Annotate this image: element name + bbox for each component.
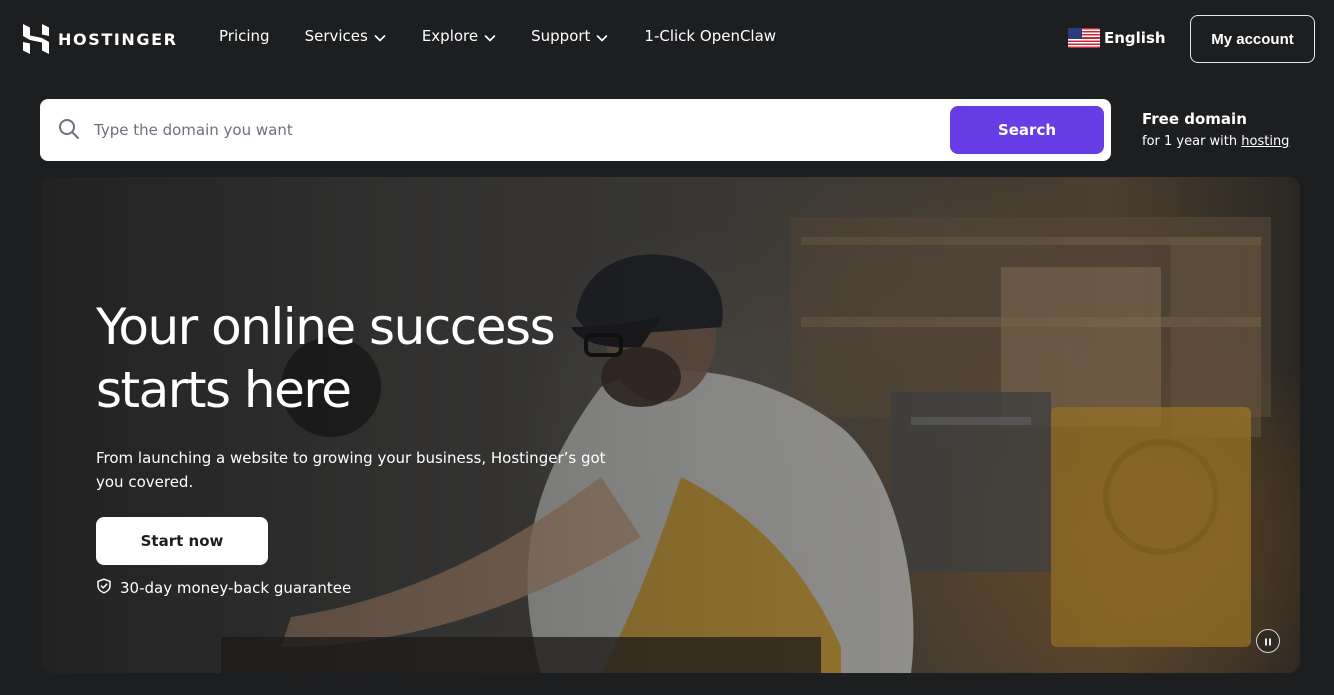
page: HOSTINGER Pricing Services Explore Suppo…: [0, 0, 1334, 695]
top-header: HOSTINGER Pricing Services Explore Suppo…: [0, 0, 1334, 78]
nav-item-label: Support: [531, 27, 591, 45]
promo-subtitle-text: for 1 year with: [1142, 134, 1242, 149]
nav-item-services[interactable]: Services: [305, 27, 386, 45]
hero-title: Your online success starts here: [96, 296, 656, 422]
nav-item-support[interactable]: Support: [531, 27, 608, 45]
main-nav: Pricing Services Explore Support 1-Click…: [219, 27, 776, 45]
us-flag-icon: [1068, 28, 1100, 48]
nav-item-label: 1-Click OpenClaw: [644, 27, 777, 45]
promo-title: Free domain: [1142, 110, 1247, 128]
start-now-button[interactable]: Start now: [96, 517, 268, 565]
hosting-link[interactable]: hosting: [1241, 134, 1289, 149]
free-domain-promo: Free domain for 1 year with hosting: [1142, 110, 1289, 149]
search-icon: [58, 118, 80, 140]
hostinger-logo-icon: [23, 24, 49, 54]
my-account-button[interactable]: My account: [1190, 15, 1315, 63]
brand-logo[interactable]: HOSTINGER: [23, 24, 178, 54]
nav-item-label: Pricing: [219, 27, 270, 45]
chevron-down-icon: [374, 30, 386, 42]
shield-check-icon: [96, 578, 112, 598]
money-back-guarantee: 30-day money-back guarantee: [96, 578, 351, 598]
language-label: English: [1104, 29, 1166, 47]
domain-search-input[interactable]: [94, 112, 934, 148]
guarantee-label: 30-day money-back guarantee: [120, 579, 352, 597]
hero-title-line: Your online success: [96, 298, 556, 356]
nav-item-label: Services: [304, 27, 368, 45]
pause-video-button[interactable]: [1256, 629, 1280, 653]
hero-subtitle: From launching a website to growing your…: [96, 449, 606, 491]
hero-title-line: starts here: [96, 361, 352, 419]
language-selector[interactable]: English: [1068, 28, 1166, 48]
promo-subtitle: for 1 year with hosting: [1142, 134, 1289, 149]
hero-banner: [41, 177, 1300, 673]
brand-name: HOSTINGER: [58, 29, 178, 49]
nav-item-pricing[interactable]: Pricing: [219, 27, 270, 45]
chevron-down-icon: [484, 30, 496, 42]
pause-icon: [1263, 632, 1273, 651]
nav-item-explore[interactable]: Explore: [422, 27, 496, 45]
search-button[interactable]: Search: [950, 106, 1104, 154]
chevron-down-icon: [596, 30, 608, 42]
nav-item-label: Explore: [421, 27, 479, 45]
hero-overlay: [41, 177, 1300, 673]
nav-item-openclaw[interactable]: 1-Click OpenClaw: [644, 27, 776, 45]
